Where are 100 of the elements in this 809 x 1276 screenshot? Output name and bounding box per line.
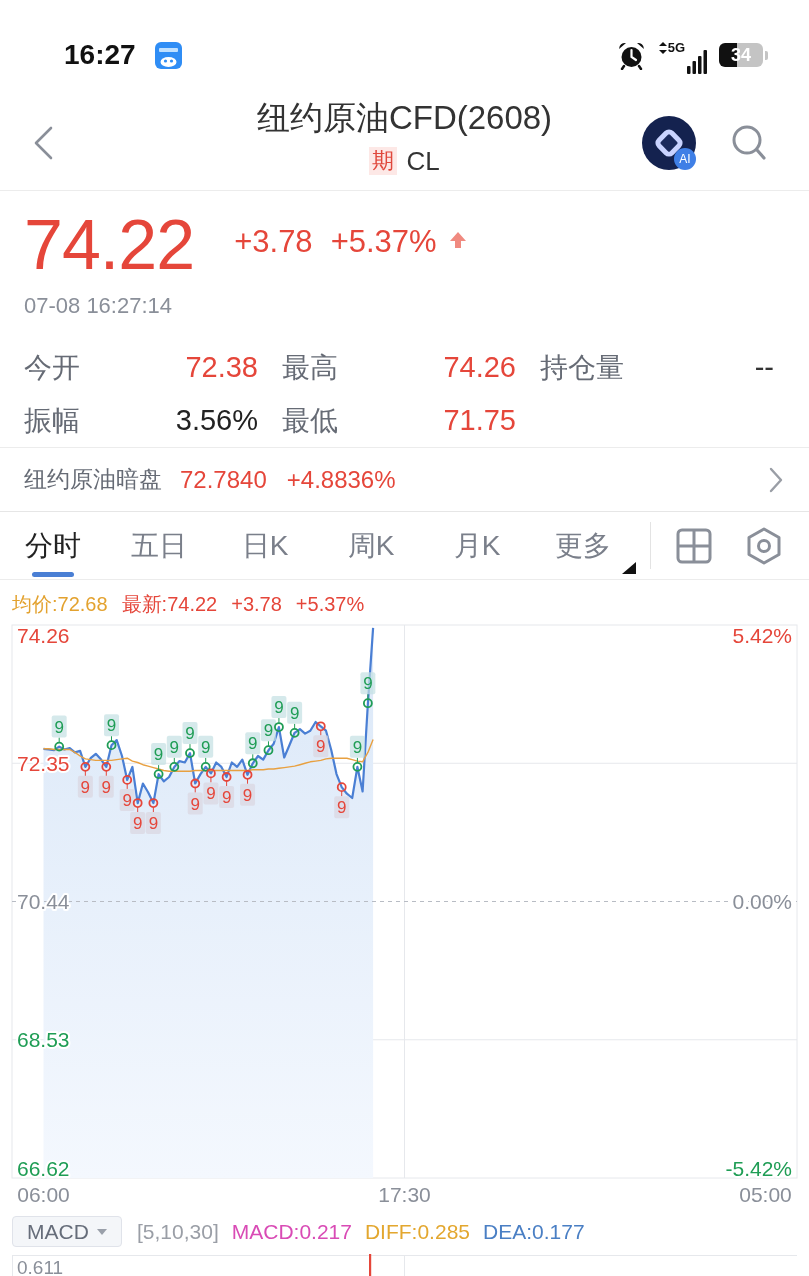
- axis-label: 66.62: [17, 1156, 70, 1180]
- corner-triangle-icon: [622, 562, 636, 574]
- indicator-dropdown[interactable]: MACD: [12, 1216, 122, 1247]
- legend-value: +5.37%: [295, 592, 365, 617]
- indicator-value: DEA:0.177: [483, 1219, 585, 1244]
- histogram-bar: [369, 1254, 372, 1276]
- annotation: 9: [185, 724, 195, 744]
- annotation: 9: [190, 794, 200, 814]
- point: [247, 758, 258, 769]
- point: [80, 761, 91, 772]
- annotation: 9: [101, 777, 112, 797]
- search-icon[interactable]: [731, 123, 767, 162]
- annotation: 9: [153, 745, 164, 765]
- price-change-percent: +5.37%: [330, 224, 437, 260]
- quote-timestamp: 07-08 16:27:14: [24, 293, 174, 319]
- axis-label: 0.611: [17, 1257, 64, 1276]
- annotation: 9: [221, 788, 232, 807]
- futures-tag: 期: [369, 147, 398, 175]
- signal-bars-icon: [687, 50, 707, 74]
- indicator-params: [5,10,30]: [137, 1219, 219, 1244]
- price-change: +3.78: [234, 224, 313, 260]
- axis-label: 68.53: [17, 1028, 70, 1052]
- caret-icon: [96, 1228, 107, 1235]
- annotation: 9: [289, 703, 300, 723]
- data-arrows-icon: [658, 42, 667, 54]
- point: [221, 772, 232, 782]
- annotation: 9: [169, 737, 180, 757]
- page-title: 纽约原油CFD(2608): [256, 98, 553, 138]
- chart-tab[interactable]: 分时: [0, 512, 106, 579]
- app-icon: [154, 41, 182, 69]
- grid-layout-icon[interactable]: [676, 527, 712, 564]
- point: [148, 798, 159, 808]
- axis-label: 74.26: [17, 624, 70, 647]
- stat-label: 振幅: [24, 403, 80, 438]
- stat-value: 74.26: [443, 351, 516, 384]
- after-hours-price: 72.7840: [180, 465, 267, 494]
- axis-label: 72.35: [17, 751, 70, 775]
- point: [352, 761, 363, 772]
- point: [289, 727, 300, 738]
- annotation: 9: [316, 737, 326, 757]
- point: [263, 745, 274, 756]
- chart-tab[interactable]: 日K: [212, 512, 318, 579]
- axis-label: 05:00: [739, 1183, 792, 1206]
- stat-value: --: [754, 351, 774, 384]
- axis-label: 70.44: [17, 890, 70, 913]
- point: [54, 741, 65, 752]
- annotation: 9: [263, 721, 274, 741]
- indicator-value: MACD:0.217: [231, 1219, 352, 1244]
- point: [315, 721, 326, 732]
- legend-value: +3.78: [231, 592, 282, 617]
- annotation: 9: [274, 698, 284, 718]
- point: [242, 769, 253, 780]
- annotation: 9: [80, 777, 91, 797]
- stat-value: 72.38: [185, 351, 258, 384]
- ai-assistant-button[interactable]: AI: [642, 115, 696, 170]
- annotation: 9: [206, 784, 216, 804]
- stat-value: 71.75: [443, 404, 516, 437]
- annotation: 9: [352, 737, 363, 757]
- after-hours-change: +4.8836%: [286, 465, 396, 494]
- chart-tab[interactable]: 更多: [530, 512, 636, 579]
- legend-value: 均价:72.68: [12, 592, 108, 617]
- last-price: 74.22: [24, 209, 195, 281]
- axis-label: -5.42%: [725, 1156, 792, 1180]
- point: [101, 761, 112, 772]
- back-icon[interactable]: [33, 125, 53, 160]
- alarm-clock-icon: [616, 40, 646, 70]
- chart-tab[interactable]: 月K: [424, 512, 530, 579]
- annotation: 9: [363, 674, 373, 694]
- annotation: 9: [148, 814, 159, 834]
- network-type: 5G: [667, 41, 685, 55]
- axis-label: 17:30: [378, 1183, 431, 1206]
- point: [190, 778, 201, 789]
- chevron-right-icon[interactable]: [769, 466, 783, 493]
- point: [153, 769, 164, 780]
- point: [106, 740, 117, 751]
- point: [274, 722, 284, 732]
- axis-label: 0.00%: [732, 890, 792, 913]
- point: [336, 782, 347, 793]
- point: [206, 768, 216, 779]
- legend-value: 最新:74.22: [121, 592, 218, 617]
- settings-icon[interactable]: [746, 526, 782, 565]
- chart-tab[interactable]: 五日: [106, 512, 212, 579]
- after-hours-label: 纽约原油暗盘: [24, 465, 162, 494]
- point: [132, 798, 143, 808]
- point: [362, 698, 373, 709]
- symbol-code: CL: [406, 146, 440, 176]
- axis-label: 06:00: [17, 1183, 70, 1206]
- axis-label: 5.42%: [732, 624, 792, 647]
- annotation: 9: [54, 717, 64, 737]
- indicator-value: DIFF:0.285: [364, 1219, 470, 1244]
- annotation: 9: [132, 814, 143, 834]
- chart-tab[interactable]: 周K: [318, 512, 424, 579]
- point: [185, 748, 195, 759]
- annotation: 9: [242, 785, 253, 805]
- annotation: 9: [106, 716, 117, 736]
- stat-label: 最低: [282, 403, 338, 438]
- stat-label: 今开: [24, 350, 80, 385]
- annotation: 9: [248, 734, 258, 754]
- annotation: 9: [336, 798, 347, 818]
- point: [169, 761, 180, 772]
